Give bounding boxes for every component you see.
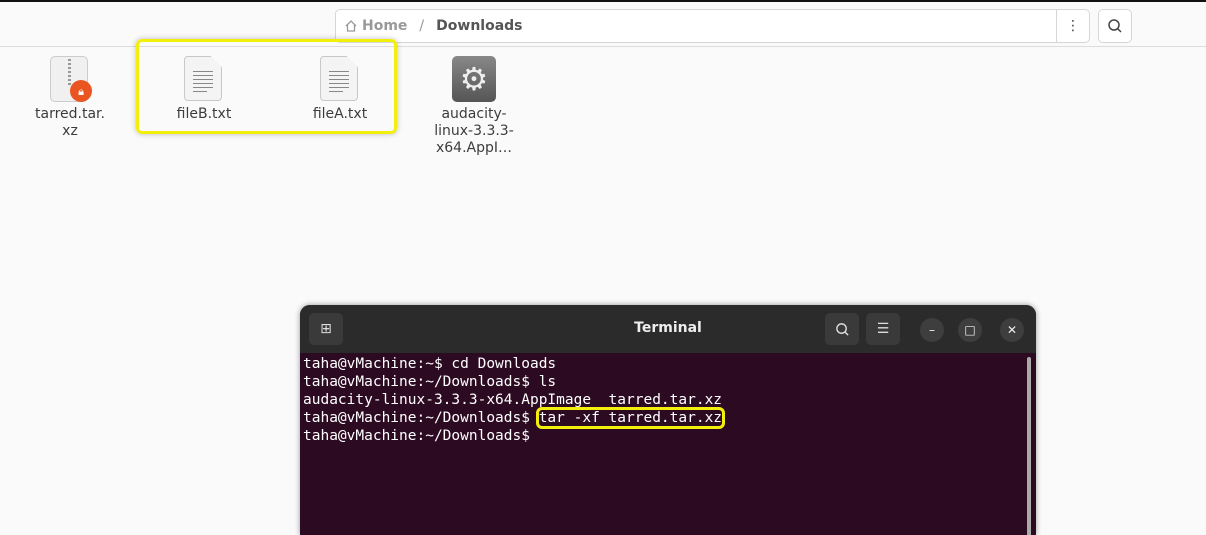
hamburger-icon: ☰ xyxy=(876,321,890,337)
terminal-output[interactable]: taha@vMachine:~$ cd Downloads taha@vMachi… xyxy=(300,353,1036,447)
terminal-line: taha@vMachine:~/Downloads$ xyxy=(303,428,530,444)
terminal-menu-button[interactable]: ☰ xyxy=(866,313,900,345)
close-icon: ✕ xyxy=(1006,323,1018,337)
maximize-icon: □ xyxy=(964,323,976,337)
file-tarred-tar-xz[interactable]: 🔒︎ tarred.tar. xz xyxy=(20,56,120,140)
terminal-line: taha@vMachine:~$ cd Downloads xyxy=(303,356,557,372)
path-bar: Home / Downloads xyxy=(335,9,1056,43)
archive-locked-icon: 🔒︎ xyxy=(50,56,92,102)
vertical-dots-icon: ⋮ xyxy=(1066,18,1080,34)
terminal-window[interactable]: ⊞ Terminal ☰ – □ ✕ taha@vMachine:~$ cd D… xyxy=(300,305,1036,535)
search-icon xyxy=(1108,19,1122,33)
file-label: tarred.tar. xz xyxy=(35,106,105,139)
breadcrumb-separator: / xyxy=(419,18,425,34)
terminal-line: taha@vMachine:~/Downloads$ ls xyxy=(303,374,557,390)
prompt: taha@vMachine:~/Downloads$ xyxy=(303,410,539,426)
minimize-button[interactable]: – xyxy=(920,318,944,342)
files-highlight-box xyxy=(136,39,397,134)
search-button[interactable] xyxy=(1098,9,1132,43)
lock-icon: 🔒︎ xyxy=(70,80,92,102)
executable-icon: ⚙ xyxy=(452,56,496,102)
terminal-line: taha@vMachine:~/Downloads$ tar -xf tarre… xyxy=(303,407,1033,429)
close-button[interactable]: ✕ xyxy=(1000,318,1024,342)
maximize-button[interactable]: □ xyxy=(958,318,982,342)
file-label: audacity-linux-3.3.3- x64.AppI… xyxy=(434,106,514,156)
terminal-line: audacity-linux-3.3.3-x64.AppImage tarred… xyxy=(303,392,723,408)
breadcrumb-home[interactable]: Home xyxy=(362,18,407,34)
search-icon xyxy=(835,322,849,336)
home-icon xyxy=(345,20,357,32)
terminal-scrollbar[interactable] xyxy=(1027,357,1031,535)
breadcrumb-downloads[interactable]: Downloads xyxy=(436,18,522,34)
minimize-icon: – xyxy=(929,323,935,337)
terminal-titlebar: ⊞ Terminal ☰ – □ ✕ xyxy=(300,305,1036,353)
highlighted-command: tar -xf tarred.tar.xz xyxy=(535,407,726,429)
terminal-search-button[interactable] xyxy=(825,313,859,345)
more-options-button[interactable]: ⋮ xyxy=(1056,9,1090,43)
file-audacity-appimage[interactable]: ⚙ audacity-linux-3.3.3- x64.AppI… xyxy=(424,56,524,157)
